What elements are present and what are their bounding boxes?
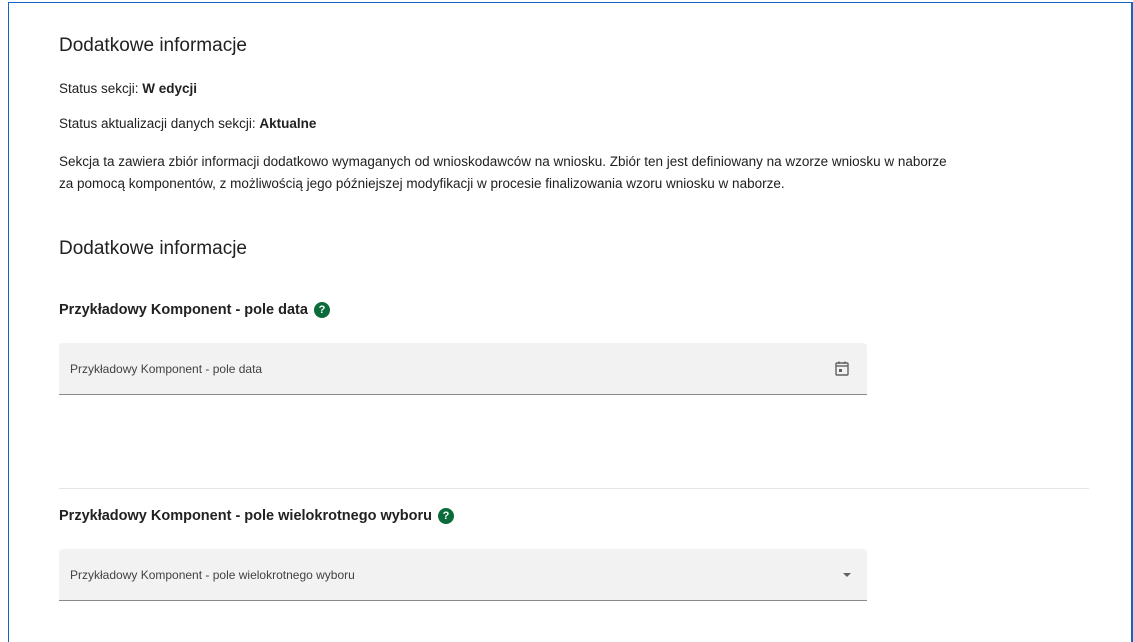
section-description: Sekcja ta zawiera zbiór informacji dodat… — [59, 151, 1089, 195]
calendar-icon[interactable] — [835, 361, 849, 376]
arrow-drop-down-icon[interactable] — [843, 573, 851, 577]
multiselect-field-placeholder: Przykładowy Komponent - pole wielokrotne… — [70, 568, 355, 582]
section-update-status-label: Status aktualizacji danych sekcji: — [59, 116, 256, 131]
help-icon[interactable]: ? — [313, 302, 330, 318]
section-status-value: W edycji — [142, 81, 198, 96]
section-frame: Dodatkowe informacje Status sekcji: W ed… — [8, 2, 1133, 642]
section-title: Dodatkowe informacje — [59, 35, 247, 56]
date-field-placeholder: Przykładowy Komponent - pole data — [70, 362, 263, 376]
section-divider — [59, 488, 1089, 489]
subsection-title: Dodatkowe informacje — [59, 238, 247, 259]
section-status: Status sekcji: W edycji — [59, 81, 197, 96]
date-field-input[interactable]: Przykładowy Komponent - pole data — [59, 343, 867, 395]
date-field-label-text: Przykładowy Komponent - pole data — [59, 302, 308, 318]
multiselect-field-input[interactable]: Przykładowy Komponent - pole wielokrotne… — [59, 549, 867, 601]
section-update-status: Status aktualizacji danych sekcji: Aktua… — [59, 116, 316, 131]
multiselect-field-label-text: Przykładowy Komponent - pole wielokrotne… — [59, 508, 433, 524]
section-status-label: Status sekcji: — [59, 81, 139, 96]
section-description-line: Sekcja ta zawiera zbiór informacji dodat… — [59, 154, 947, 169]
help-icon[interactable]: ? — [438, 508, 455, 524]
section-update-status-value: Aktualne — [259, 116, 317, 131]
section-description-line: za pomocą komponentów, z możliwością jeg… — [59, 176, 785, 191]
date-field-label: Przykładowy Komponent - pole data ? — [59, 302, 330, 318]
multiselect-field-label: Przykładowy Komponent - pole wielokrotne… — [59, 508, 455, 524]
